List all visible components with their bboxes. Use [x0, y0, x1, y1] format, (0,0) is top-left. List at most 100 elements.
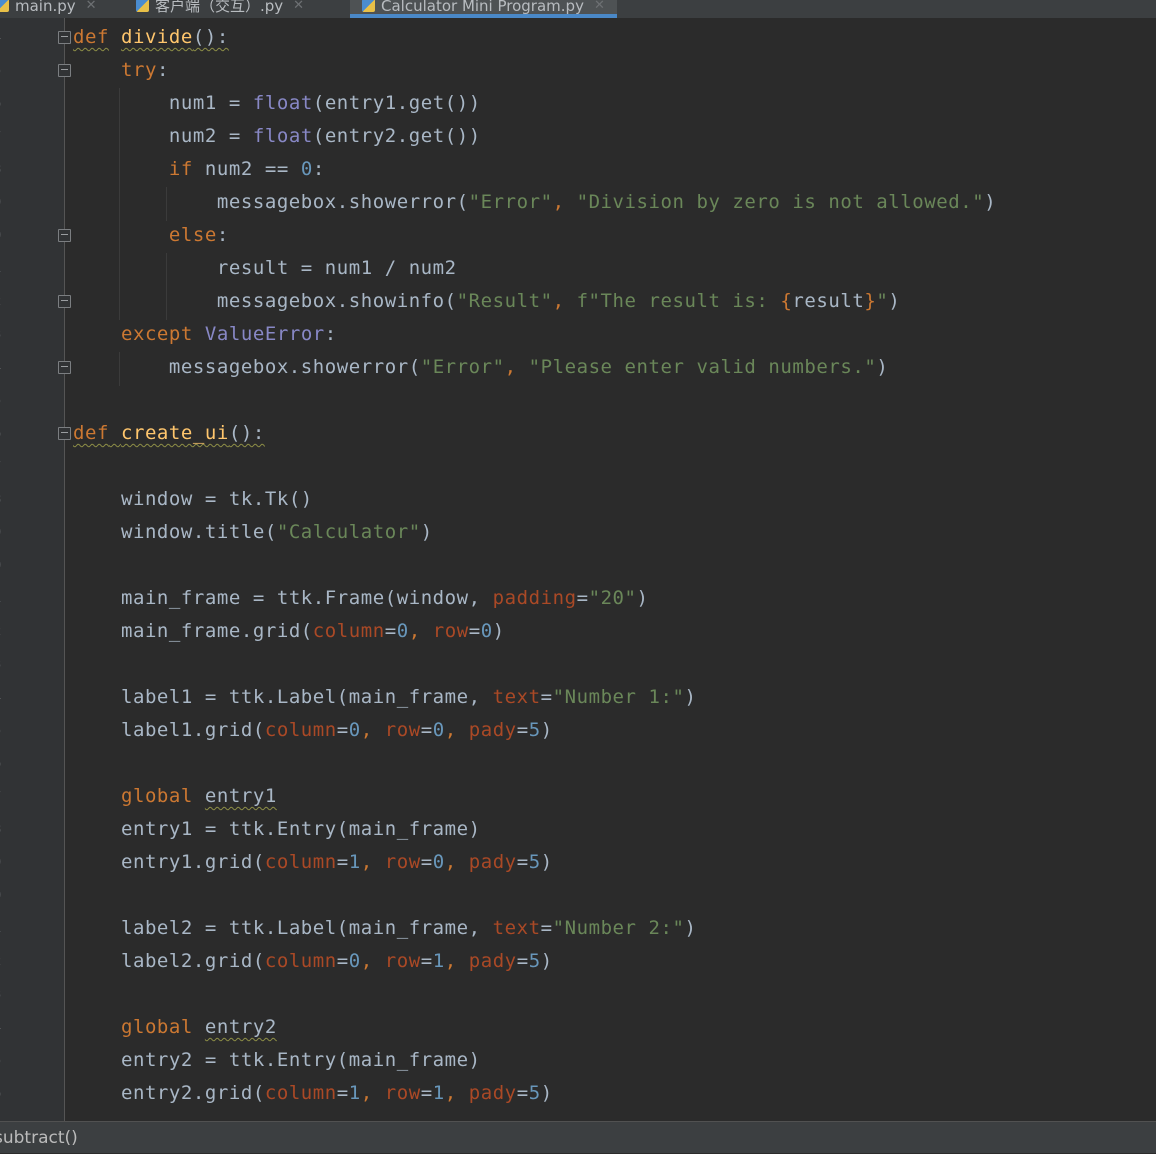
number-literal: 5: [528, 950, 541, 972]
line-number: 1: [0, 591, 6, 605]
code-line: else:: [168, 224, 229, 246]
fold-marker[interactable]: [58, 361, 71, 374]
line-number: 1: [0, 921, 6, 935]
line-number: 8: [0, 822, 6, 836]
code-line: try:: [120, 59, 169, 81]
close-icon[interactable]: ✕: [86, 0, 97, 17]
line-number: 7: [0, 789, 6, 803]
keyword-arg: pady: [468, 1082, 517, 1104]
call-expr: label2.grid(: [120, 950, 265, 972]
string-literal: "Calculator": [276, 521, 421, 543]
fold-marker[interactable]: [58, 295, 71, 308]
line-number: 6: [0, 756, 6, 770]
code-line: label2.grid(column=0, row=1, pady=5): [120, 950, 553, 972]
statement: window = tk.Tk(): [120, 488, 313, 510]
fstring-expr: result: [792, 290, 865, 312]
line-number: 3: [0, 657, 6, 671]
variable: num1: [168, 92, 217, 114]
code-line: entry1.grid(column=1, row=0, pady=5): [120, 851, 553, 873]
line-number: 0: [0, 888, 6, 902]
string-literal: "Result": [456, 290, 553, 312]
call-expr: entry2.grid(: [120, 1082, 265, 1104]
number-literal: 1: [432, 950, 445, 972]
line-number: 7: [0, 459, 6, 473]
line-number: 2: [0, 294, 6, 308]
python-file-icon: [136, 0, 149, 12]
python-file-icon: [362, 0, 375, 12]
code-line: messagebox.showerror("Error", "Please en…: [168, 356, 889, 378]
call-expr: main_frame.grid(: [120, 620, 313, 642]
call-expr: messagebox.showerror(: [168, 356, 421, 378]
tab-client-py[interactable]: 客户端（交互）.py ✕: [136, 0, 304, 18]
fold-marker[interactable]: [58, 427, 71, 440]
string-literal: "Number 1:": [552, 686, 685, 708]
line-number: 9: [0, 525, 6, 539]
line-number: 8: [0, 492, 6, 506]
code-line: main_frame = ttk.Frame(window, padding="…: [120, 587, 649, 609]
code-line: window.title("Calculator"): [120, 521, 433, 543]
line-number: 6: [0, 426, 6, 440]
number-literal: 0: [432, 851, 445, 873]
code-line: except ValueError:: [120, 323, 337, 345]
code-line: global entry1: [73, 784, 277, 808]
keyword-arg: pady: [468, 950, 517, 972]
condition: num2 ==: [204, 158, 301, 180]
fold-marker[interactable]: [58, 229, 71, 242]
builtin-float: float: [252, 92, 313, 114]
tab-label: 客户端（交互）.py: [155, 0, 284, 15]
function-name: divide: [120, 26, 193, 48]
global-variable: entry1: [204, 785, 277, 807]
number-literal: 5: [528, 719, 541, 741]
variable: num2: [168, 125, 217, 147]
keyword-if: if: [168, 158, 193, 180]
code-line: label1.grid(column=0, row=0, pady=5): [120, 719, 553, 741]
code-line: entry2.grid(column=1, row=1, pady=5): [120, 1082, 553, 1104]
call-expr: messagebox.showinfo(: [216, 290, 457, 312]
code-line: def create_ui():: [73, 422, 265, 444]
keyword-global: global: [120, 785, 193, 807]
statement: entry1 = ttk.Entry(main_frame): [120, 818, 481, 840]
line-number: 5: [0, 63, 6, 77]
line-number: 4: [0, 360, 6, 374]
number-literal: 0: [348, 950, 361, 972]
call-expr: entry1.grid(: [120, 851, 265, 873]
fold-marker[interactable]: [58, 31, 71, 44]
keyword-except: except: [120, 323, 193, 345]
close-icon[interactable]: ✕: [293, 0, 304, 17]
keyword-def: def: [73, 26, 109, 48]
fold-marker[interactable]: [58, 64, 71, 77]
keyword-arg: pady: [468, 719, 517, 741]
exception-class: ValueError: [204, 323, 325, 345]
number-literal: 0: [300, 158, 313, 180]
call-expr: label1.grid(: [120, 719, 265, 741]
code-line: num2 = float(entry2.get()): [168, 125, 481, 147]
builtin-float: float: [252, 125, 313, 147]
string-literal: "Error": [420, 356, 505, 378]
keyword-arg: column: [264, 1082, 337, 1104]
keyword-arg: pady: [468, 851, 517, 873]
call-expr: label1 = ttk.Label(main_frame,: [120, 686, 493, 708]
breadcrumb-function[interactable]: subtract(): [0, 1122, 78, 1154]
keyword-arg: row: [384, 950, 421, 972]
line-number: 5: [0, 1053, 6, 1067]
code-line: messagebox.showinfo("Result", f"The resu…: [216, 290, 901, 312]
line-number: 9: [0, 195, 6, 209]
line-number: 0: [0, 558, 6, 572]
line-number: 4: [0, 690, 6, 704]
keyword-arg: column: [264, 719, 337, 741]
statement: result = num1 / num2: [216, 257, 457, 279]
string-literal: "20": [588, 587, 637, 609]
line-number: 6: [0, 96, 6, 110]
string-literal: "Division by zero is not allowed.": [576, 191, 985, 213]
keyword-arg: column: [312, 620, 385, 642]
call-expr: main_frame = ttk.Frame(window,: [120, 587, 493, 609]
line-number: 5: [0, 393, 6, 407]
line-gutter: [0, 18, 65, 1121]
string-literal: ": [876, 290, 889, 312]
function-name: create_ui: [120, 422, 229, 444]
call-expr: entry2.get(): [324, 125, 469, 147]
global-variable: entry2: [204, 1016, 277, 1038]
tab-main-py[interactable]: main.py ✕: [0, 0, 97, 18]
number-literal: 1: [432, 1082, 445, 1104]
tab-calculator-py[interactable]: Calculator Mini Program.py ✕: [350, 0, 617, 18]
